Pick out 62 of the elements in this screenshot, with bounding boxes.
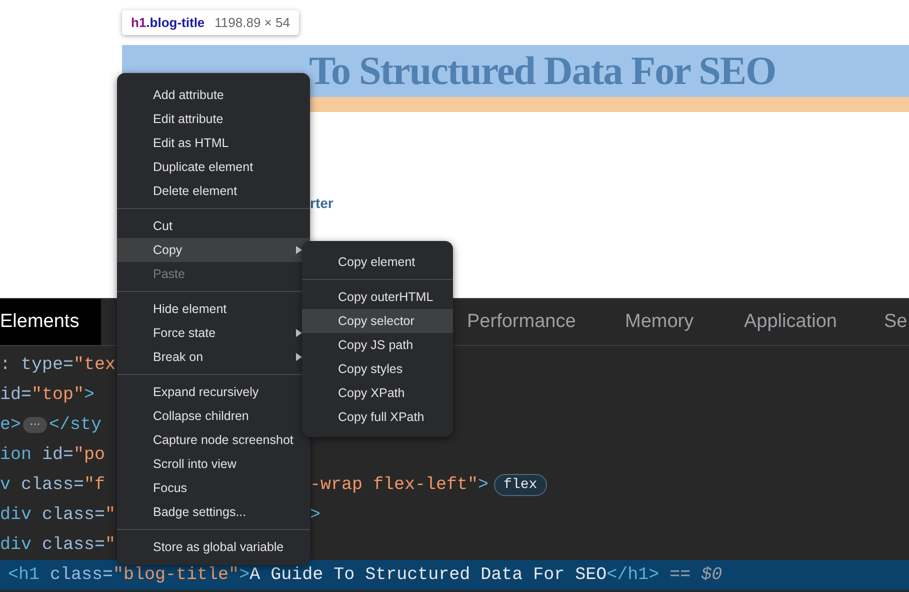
menu-item[interactable]: Copy selector <box>302 309 453 333</box>
panel-tab[interactable]: Application <box>728 299 872 345</box>
code-token: class= <box>41 504 106 527</box>
menu-item[interactable]: Duplicate element <box>117 155 310 179</box>
code-token: "f <box>84 474 106 497</box>
expand-ellipsis-button[interactable]: ··· <box>23 417 48 433</box>
menu-item[interactable]: Badge settings... <box>117 500 310 524</box>
code-token: div <box>0 534 32 557</box>
menu-item[interactable]: Cut <box>117 214 310 238</box>
panel-tab[interactable]: Elements <box>0 299 101 345</box>
submenu-arrow-icon <box>296 329 302 337</box>
code-token: class= <box>20 474 84 497</box>
selected-node-row[interactable]: <h1 class="blog-title">A Guide To Structured Data For SEO</h1> == $0 <box>0 560 909 590</box>
panel-tab[interactable]: Se <box>872 299 908 345</box>
code-token: "top" <box>32 384 84 407</box>
menu-item[interactable]: Edit attribute <box>117 107 310 131</box>
menu-item[interactable]: Copy outerHTML <box>302 285 453 309</box>
menu-item[interactable]: Delete element <box>117 179 310 203</box>
panel-tab[interactable]: Memory <box>609 299 728 345</box>
code-token: id= <box>41 444 74 467</box>
code-token: "blog-title" <box>113 564 240 587</box>
menu-item[interactable]: Store as global variable <box>117 535 310 559</box>
code-token: -wrap flex-left" <box>310 474 478 497</box>
panel-tab[interactable]: Performance <box>451 299 609 345</box>
tooltip-selector: h1.blog-title <box>131 14 205 32</box>
menu-item[interactable]: Focus <box>117 476 310 500</box>
code-token: <h1 <box>8 564 40 587</box>
code-token: > <box>84 384 95 407</box>
code-token: : type= <box>0 354 74 377</box>
page-title: To Structured Data For SEO <box>309 47 776 95</box>
code-token: > <box>239 564 250 587</box>
code-token: v <box>0 474 11 497</box>
code-token: "po <box>74 444 106 467</box>
code-token: class= <box>49 564 114 587</box>
code-token: ion <box>0 444 32 467</box>
menu-item[interactable]: Copy JS path <box>302 333 453 357</box>
code-token: A Guide To Structured Data For SEO <box>250 564 607 587</box>
menu-item[interactable]: Capture node screenshot <box>117 428 310 452</box>
flex-badge[interactable]: flex <box>494 474 548 496</box>
menu-item[interactable]: Add attribute <box>117 83 310 107</box>
code-token: > <box>478 474 489 497</box>
menu-item[interactable]: Copy full XPath <box>302 405 453 429</box>
author-link[interactable]: rter <box>310 193 334 214</box>
submenu-arrow-icon <box>296 353 302 361</box>
menu-item[interactable]: Copy XPath <box>302 381 453 405</box>
code-token: > <box>310 504 321 527</box>
code-token: class= <box>41 534 106 557</box>
code-token: id= <box>0 384 32 407</box>
code-token: "tex <box>74 354 116 377</box>
tooltip-size: 1198.89 × 54 <box>214 14 290 32</box>
menu-item[interactable]: Copy <box>117 238 310 262</box>
code-token: e> <box>0 414 22 437</box>
code-token: </h1> <box>606 564 660 587</box>
menu-item[interactable]: Edit as HTML <box>117 131 310 155</box>
code-token: </sty <box>49 414 102 437</box>
submenu-arrow-icon <box>296 246 302 254</box>
code-token: " <box>105 534 116 557</box>
code-token: " <box>105 504 116 527</box>
code-token: == $0 <box>668 564 722 587</box>
code-token: div <box>0 504 32 527</box>
menu-item[interactable]: Scroll into view <box>117 452 310 476</box>
menu-item[interactable]: Copy styles <box>302 357 453 381</box>
